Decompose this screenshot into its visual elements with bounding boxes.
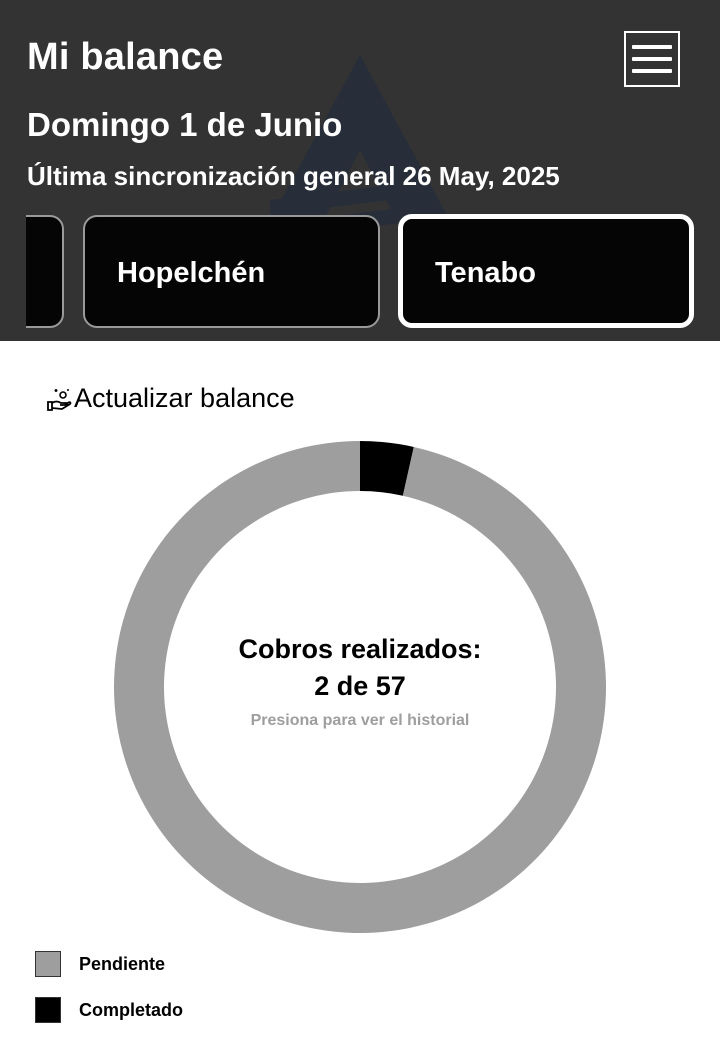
legend-label: Completado <box>79 999 184 1020</box>
summary-hint: Presiona para ver el historial <box>250 712 470 729</box>
hand-money-icon <box>47 388 72 411</box>
current-date: Domingo 1 de Junio <box>27 106 343 143</box>
update-balance-label: Actualizar balance <box>74 383 295 413</box>
legend-item-pending: Pendiente <box>35 951 183 977</box>
page-title: Mi balance <box>27 36 224 78</box>
branch-tab-label: Hopelchén <box>117 257 266 289</box>
legend-swatch-completed <box>35 997 61 1023</box>
legend-swatch-pending <box>35 951 61 977</box>
hamburger-menu-icon <box>632 45 672 49</box>
menu-button[interactable] <box>624 31 680 87</box>
branch-tab-hopelchen[interactable]: Hopelchén <box>83 215 380 328</box>
branch-selector[interactable]: Hopelchén Tenabo <box>26 214 720 330</box>
legend-item-completed: Completado <box>35 997 183 1023</box>
last-sync-text: Última sincronización general 26 May, 20… <box>27 161 560 191</box>
update-balance-button[interactable]: Actualizar balance <box>46 383 295 414</box>
payments-donut-chart[interactable]: Cobros realizados: 2 de 57 Presiona para… <box>114 441 606 933</box>
legend-label: Pendiente <box>79 953 166 974</box>
branch-tab-tenabo[interactable]: Tenabo <box>398 214 694 328</box>
branch-tab-label: Tenabo <box>435 257 536 289</box>
chart-center-summary: Cobros realizados: 2 de 57 Presiona para… <box>114 441 606 933</box>
header: Mi balance Domingo 1 de Junio Última sin… <box>0 0 720 341</box>
chart-legend: Pendiente Completado <box>35 951 183 1042</box>
summary-count: 2 de 57 <box>314 671 406 701</box>
summary-title: Cobros realizados: <box>238 634 482 664</box>
branch-tab-partial[interactable] <box>26 215 64 328</box>
